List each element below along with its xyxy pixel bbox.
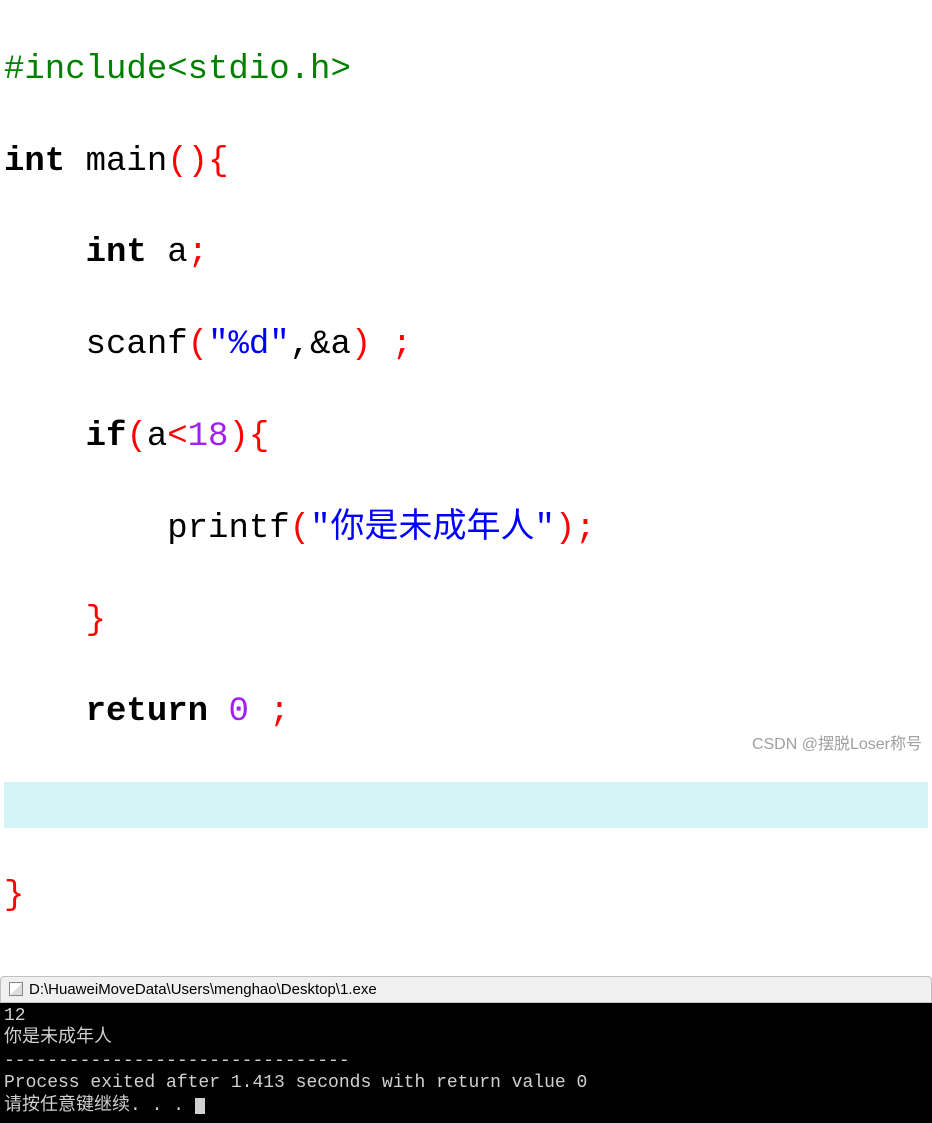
console-title-bar[interactable]: D:\HuaweiMoveData\Users\menghao\Desktop\… — [0, 976, 932, 1003]
keyword-int: int — [86, 234, 147, 272]
code-line-1: #include<stdio.h> — [4, 48, 928, 94]
console-line-prompt: 请按任意键继续. . . — [4, 1096, 195, 1116]
identifier-a: a — [147, 234, 188, 272]
paren-open: ( — [290, 510, 310, 548]
code-line-10: } — [4, 874, 928, 920]
cursor-icon — [195, 1098, 205, 1114]
identifier-a: a — [147, 418, 167, 456]
console-line-input: 12 — [4, 1006, 26, 1026]
code-line-9-highlighted — [4, 782, 928, 828]
semicolon: ; — [575, 510, 595, 548]
console-line-separator: -------------------------------- — [4, 1051, 350, 1071]
paren-open: ( — [188, 326, 208, 364]
parens: () — [167, 143, 208, 181]
paren-open: ( — [126, 418, 146, 456]
app-icon — [9, 982, 23, 996]
watermark: CSDN @摆脱Loser称号 — [752, 730, 922, 754]
console-title: D:\HuaweiMoveData\Users\menghao\Desktop\… — [29, 981, 377, 998]
keyword-return: return — [86, 693, 208, 731]
comma: , — [290, 326, 310, 364]
brace-close: } — [86, 602, 106, 640]
console-line-exit: Process exited after 1.413 seconds with … — [4, 1073, 587, 1093]
code-line-4: scanf("%d",&a) ; — [4, 323, 928, 369]
semicolon: ; — [188, 234, 208, 272]
code-line-7: } — [4, 599, 928, 645]
identifier-printf: printf — [167, 510, 289, 548]
brace-close: } — [4, 877, 24, 915]
address-of: &a — [310, 326, 351, 364]
code-editor[interactable]: #include<stdio.h> int main(){ int a; sca… — [0, 0, 932, 968]
console-panel: D:\HuaweiMoveData\Users\menghao\Desktop\… — [0, 976, 932, 1123]
number-literal: 0 — [228, 693, 248, 731]
paren-close: ) — [351, 326, 371, 364]
identifier-scanf: scanf — [86, 326, 188, 364]
keyword-int: int — [4, 143, 65, 181]
number-literal: 18 — [188, 418, 229, 456]
keyword-if: if — [86, 418, 127, 456]
paren-close: ) — [228, 418, 248, 456]
code-line-5: if(a<18){ — [4, 415, 928, 461]
string-literal: "%d" — [208, 326, 290, 364]
code-line-2: int main(){ — [4, 140, 928, 186]
semicolon: ; — [269, 693, 289, 731]
string-literal: "你是未成年人" — [310, 510, 555, 548]
code-line-6: printf("你是未成年人"); — [4, 507, 928, 553]
semicolon: ; — [392, 326, 412, 364]
identifier-main: main — [65, 143, 167, 181]
code-line-3: int a; — [4, 231, 928, 277]
console-line-output: 你是未成年人 — [4, 1028, 112, 1048]
console-output[interactable]: 12 你是未成年人 ------------------------------… — [0, 1003, 932, 1123]
brace-open: { — [249, 418, 269, 456]
brace-open: { — [208, 143, 228, 181]
paren-close: ) — [555, 510, 575, 548]
operator-lt: < — [167, 418, 187, 456]
preprocessor-directive: #include<stdio.h> — [4, 51, 351, 89]
